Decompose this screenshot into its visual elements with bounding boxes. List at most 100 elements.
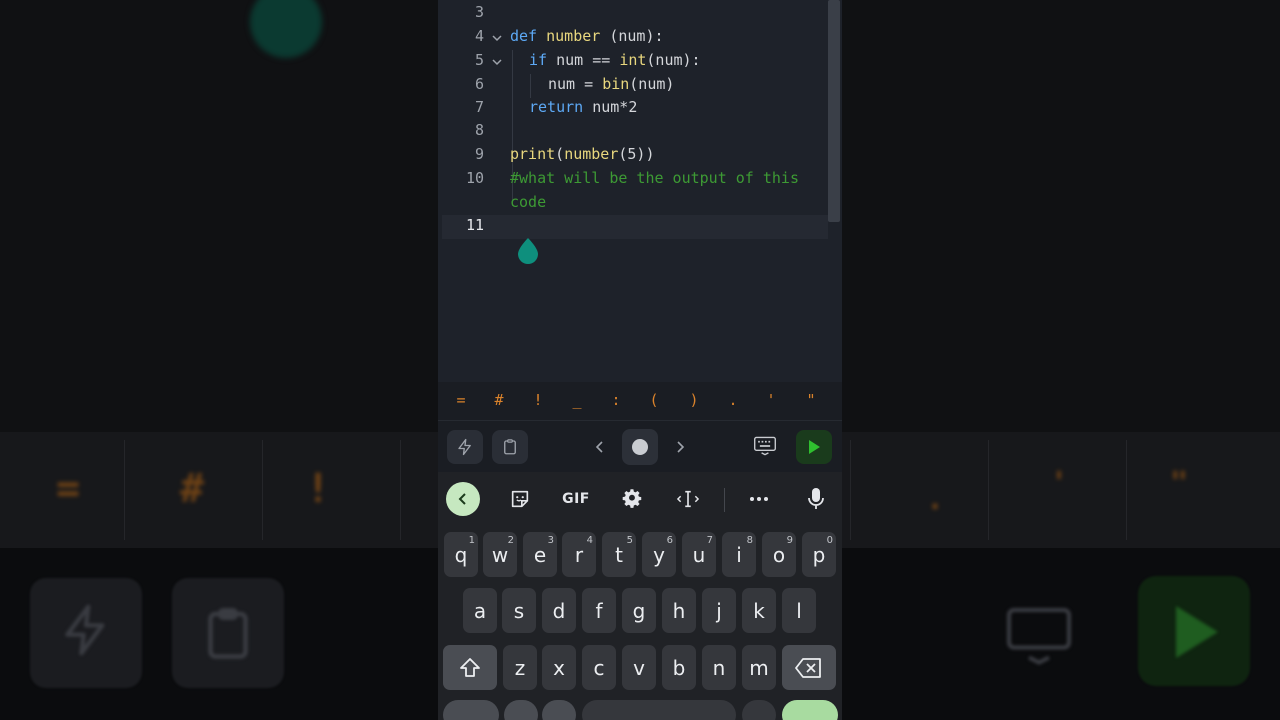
bg-divider bbox=[850, 440, 851, 540]
key-l[interactable]: l bbox=[782, 588, 816, 633]
key-t[interactable]: t5 bbox=[602, 532, 636, 577]
keyboard-toggle-button[interactable] bbox=[752, 433, 778, 459]
key-h[interactable]: h bbox=[662, 588, 696, 633]
symbol-key-period[interactable]: . bbox=[718, 391, 748, 409]
cursor-handle-icon[interactable] bbox=[516, 236, 540, 264]
code-line: 5 if num == int(num): bbox=[438, 51, 828, 74]
symbol-key-single-quote[interactable]: ' bbox=[756, 391, 786, 409]
shift-key[interactable] bbox=[443, 645, 497, 690]
bg-keyboard-icon bbox=[1004, 602, 1074, 681]
code-line: code bbox=[438, 193, 828, 216]
key-u[interactable]: u7 bbox=[682, 532, 716, 577]
lightning-icon bbox=[458, 438, 471, 456]
sticker-icon bbox=[511, 490, 529, 508]
code-comment: code bbox=[510, 193, 547, 211]
key-m[interactable]: m bbox=[742, 645, 776, 690]
bg-clipboard-icon bbox=[198, 604, 258, 677]
space-key[interactable] bbox=[582, 700, 736, 720]
cursor-left-button[interactable] bbox=[590, 437, 610, 457]
editor-toolbar bbox=[438, 420, 842, 472]
chevron-left-icon bbox=[595, 441, 603, 453]
more-options-button[interactable] bbox=[746, 486, 772, 512]
bg-symbol: " bbox=[1170, 466, 1189, 501]
line-number: 11 bbox=[465, 216, 484, 234]
fold-chevron-icon[interactable] bbox=[490, 55, 504, 69]
backspace-key[interactable] bbox=[782, 645, 836, 690]
voice-input-button[interactable] bbox=[804, 486, 828, 512]
clipboard-button[interactable] bbox=[492, 430, 528, 464]
clipboard-icon bbox=[504, 439, 516, 455]
key-e[interactable]: e3 bbox=[523, 532, 557, 577]
phone-screen: 3 4 def number (num): 5 if num == int(nu… bbox=[438, 0, 842, 720]
editor-scrollbar[interactable] bbox=[828, 0, 840, 222]
key-v[interactable]: v bbox=[622, 645, 656, 690]
key-b[interactable]: b bbox=[662, 645, 696, 690]
shift-icon bbox=[460, 657, 480, 677]
code-line-current: 11 bbox=[438, 216, 828, 239]
bg-divider bbox=[988, 440, 989, 540]
period-key[interactable] bbox=[742, 700, 776, 720]
key-p[interactable]: p0 bbox=[802, 532, 836, 577]
sticker-button[interactable] bbox=[508, 486, 532, 512]
key-w[interactable]: w2 bbox=[483, 532, 517, 577]
bg-symbol: . bbox=[926, 482, 945, 517]
keyboard-settings-button[interactable] bbox=[620, 486, 644, 512]
symbol-key-double-quote[interactable]: " bbox=[796, 391, 826, 409]
cursor-right-button[interactable] bbox=[670, 437, 690, 457]
text-cursor-button[interactable] bbox=[676, 486, 700, 512]
code-comment: #what will be the output of this bbox=[510, 169, 799, 187]
cursor-joystick-button[interactable] bbox=[622, 429, 658, 465]
symbol-key-open-paren[interactable]: ( bbox=[639, 391, 669, 409]
bg-divider bbox=[262, 440, 263, 540]
key-r[interactable]: r4 bbox=[562, 532, 596, 577]
key-y[interactable]: y6 bbox=[642, 532, 676, 577]
gif-label: GIF bbox=[562, 491, 590, 507]
line-number: 10 bbox=[465, 169, 484, 187]
more-horizontal-icon bbox=[750, 497, 768, 501]
strip-divider bbox=[724, 488, 725, 512]
backspace-icon bbox=[795, 657, 821, 678]
keyboard-back-button[interactable] bbox=[446, 482, 480, 516]
symbol-key-underscore[interactable]: _ bbox=[562, 391, 592, 409]
bg-symbol: ' bbox=[1050, 466, 1069, 501]
key-x[interactable]: x bbox=[542, 645, 576, 690]
bg-lightning-icon bbox=[58, 600, 114, 673]
key-i[interactable]: i8 bbox=[722, 532, 756, 577]
language-key[interactable] bbox=[542, 700, 576, 720]
bg-divider bbox=[124, 440, 125, 540]
gif-button[interactable]: GIF bbox=[562, 486, 590, 512]
key-g[interactable]: g bbox=[622, 588, 656, 633]
key-c[interactable]: c bbox=[582, 645, 616, 690]
key-o[interactable]: o9 bbox=[762, 532, 796, 577]
key-d[interactable]: d bbox=[542, 588, 576, 633]
symbol-key-equals[interactable]: = bbox=[446, 391, 476, 409]
key-f[interactable]: f bbox=[582, 588, 616, 633]
code-text: def number (num): bbox=[510, 27, 664, 45]
lightning-button[interactable] bbox=[447, 430, 483, 464]
key-s[interactable]: s bbox=[502, 588, 536, 633]
code-line: 10 #what will be the output of this bbox=[438, 169, 828, 192]
key-n[interactable]: n bbox=[702, 645, 736, 690]
symbol-key-hash[interactable]: # bbox=[484, 391, 514, 409]
code-line: 9 print(number(5)) bbox=[438, 145, 828, 168]
bg-divider bbox=[400, 440, 401, 540]
key-k[interactable]: k bbox=[742, 588, 776, 633]
run-button[interactable] bbox=[796, 430, 832, 464]
emoji-key[interactable] bbox=[504, 700, 538, 720]
symbol-key-close-paren[interactable]: ) bbox=[679, 391, 709, 409]
key-a[interactable]: a bbox=[463, 588, 497, 633]
key-z[interactable]: z bbox=[503, 645, 537, 690]
symbol-key-colon[interactable]: : bbox=[601, 391, 631, 409]
code-text: if num == int(num): bbox=[529, 51, 701, 69]
symbols-key[interactable] bbox=[443, 700, 499, 720]
enter-key[interactable] bbox=[782, 700, 838, 720]
key-q[interactable]: q1 bbox=[444, 532, 478, 577]
code-editor[interactable]: 3 4 def number (num): 5 if num == int(nu… bbox=[438, 0, 842, 382]
symbol-key-exclamation[interactable]: ! bbox=[523, 391, 553, 409]
code-line: 7 return num*2 bbox=[438, 98, 828, 121]
key-j[interactable]: j bbox=[702, 588, 736, 633]
code-line: 6 num = bin(num) bbox=[438, 75, 828, 98]
fold-chevron-icon[interactable] bbox=[490, 31, 504, 45]
line-number: 4 bbox=[474, 27, 484, 45]
code-line: 8 bbox=[438, 121, 828, 144]
